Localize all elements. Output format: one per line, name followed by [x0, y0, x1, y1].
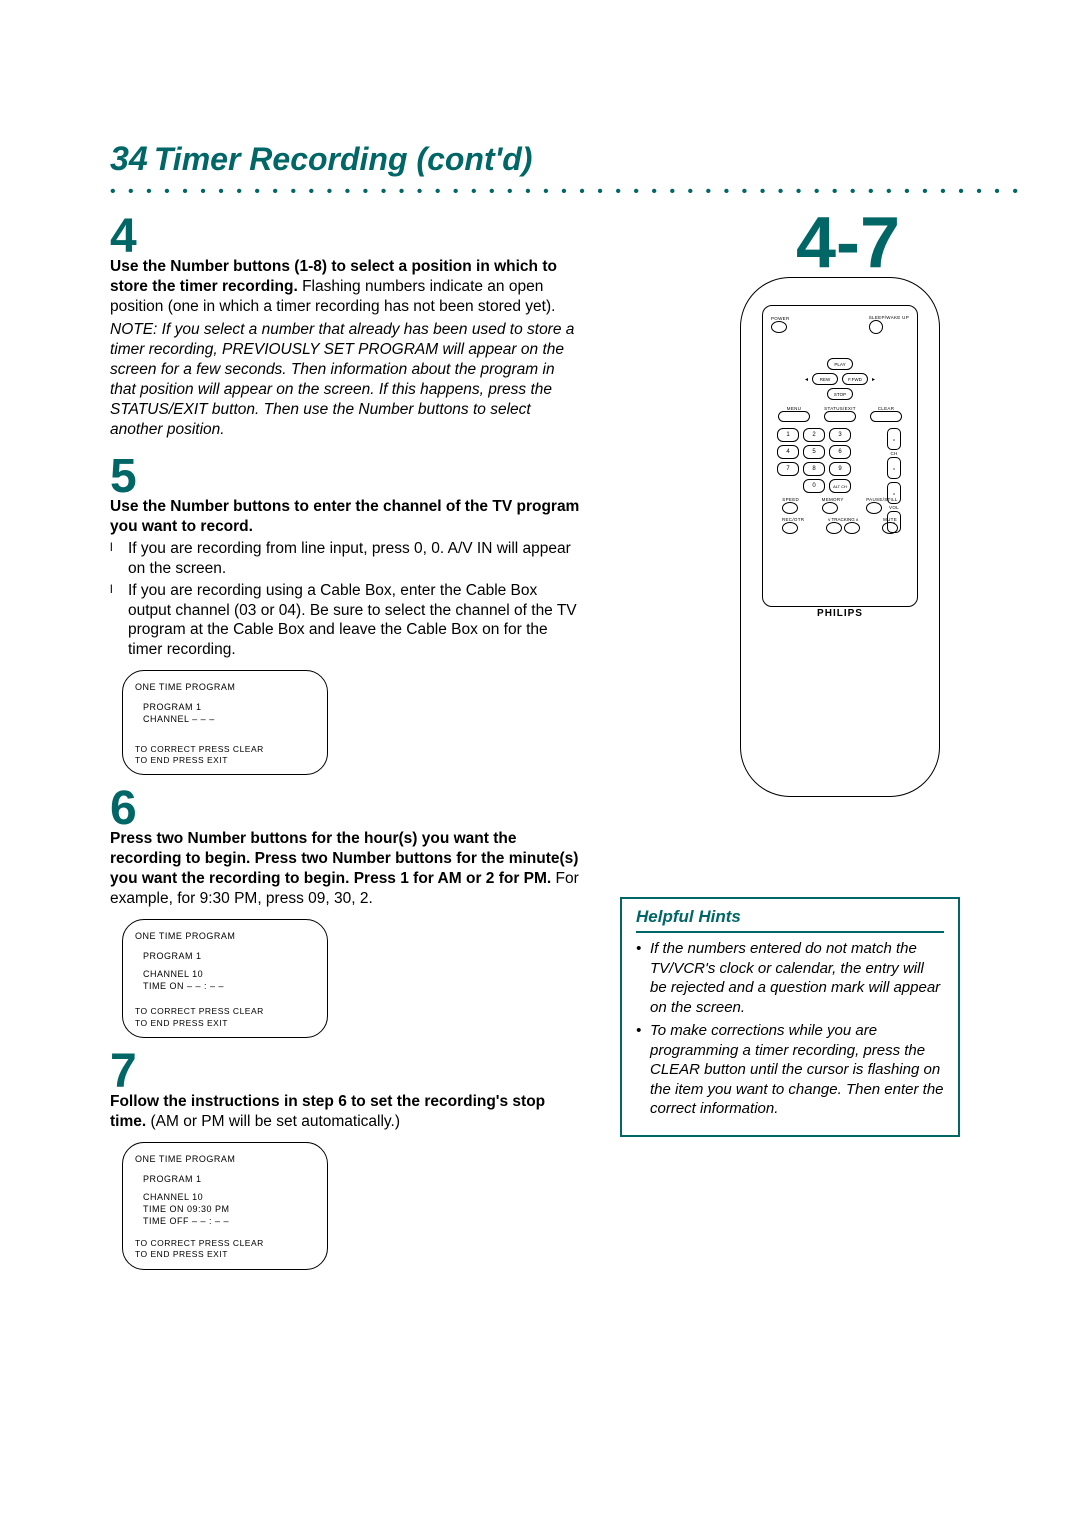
remote-num-2: 2 [803, 428, 825, 442]
step-5-bullet-1: If you are recording from line input, pr… [110, 539, 580, 579]
step-5-lead: Use the Number buttons to enter the chan… [110, 497, 580, 537]
remote-number-pad: 1 2 3 4 5 6 7 8 9 0 ALT CH [777, 428, 857, 493]
remote-label-ch: CH [887, 451, 901, 456]
remote-num-5: 5 [803, 445, 825, 459]
remote-play-button: PLAY [827, 358, 853, 370]
step-6-lead-bold: Press two Number buttons for the hour(s)… [110, 830, 578, 887]
osd6-f2: TO END PRESS EXIT [135, 1018, 315, 1029]
remote-status-button [824, 411, 856, 422]
remote-pause-button [866, 502, 882, 514]
step-4-text: Use the Number buttons (1-8) to select a… [110, 257, 580, 316]
osd7-l1: PROGRAM 1 [143, 1173, 315, 1185]
remote-brand: PHILIPS [740, 608, 940, 619]
osd-step-5: ONE TIME PROGRAM PROGRAM 1 CHANNEL – – –… [122, 670, 328, 775]
remote-label-power: POWER [771, 316, 790, 321]
osd7-l4: TIME OFF – – : – – [143, 1215, 315, 1227]
osd-step-7: ONE TIME PROGRAM PROGRAM 1 CHANNEL 10 TI… [122, 1142, 328, 1270]
remote-memory-button [822, 502, 838, 514]
page-number: 34 [110, 140, 148, 179]
remote-num-7: 7 [777, 462, 799, 476]
remote-num-1: 1 [777, 428, 799, 442]
step-number-6: 6 [110, 785, 580, 833]
hints-item-1: If the numbers entered do not match the … [636, 939, 944, 1017]
remote-vol-up: ʌ [887, 482, 901, 504]
remote-label-vol: VOL [887, 505, 901, 510]
osd5-l2: CHANNEL – – – [143, 713, 315, 725]
step-5-bullets: If you are recording from line input, pr… [110, 539, 580, 660]
remote-ch-dn: v [887, 457, 901, 479]
remote-label-sleep: SLEEP/WAKE UP [869, 315, 909, 320]
remote-power-button [771, 321, 787, 333]
osd7-f1: TO CORRECT PRESS CLEAR [135, 1238, 315, 1249]
osd5-f2: TO END PRESS EXIT [135, 755, 315, 766]
step-number-7: 7 [110, 1048, 580, 1096]
remote-menu-button [778, 411, 810, 422]
remote-label-speed: SPEED [782, 497, 799, 502]
step-range-label: 4-7 [796, 207, 900, 279]
remote-num-6: 6 [829, 445, 851, 459]
step-4-note: NOTE: If you select a number that alread… [110, 320, 580, 439]
remote-num-0: 0 [803, 479, 825, 493]
step-5-bullet-2: If you are recording using a Cable Box, … [110, 581, 580, 660]
osd7-l3: TIME ON 09:30 PM [143, 1203, 315, 1215]
remote-vol-dn: v [887, 511, 901, 533]
remote-num-3: 3 [829, 428, 851, 442]
osd6-f1: TO CORRECT PRESS CLEAR [135, 1006, 315, 1017]
remote-tracking-up [844, 522, 860, 534]
step-6-text: Press two Number buttons for the hour(s)… [110, 829, 580, 908]
remote-num-4: 4 [777, 445, 799, 459]
remote-label-recotr: REC/OTR [782, 517, 804, 522]
osd5-title: ONE TIME PROGRAM [135, 681, 315, 693]
osd-step-6: ONE TIME PROGRAM PROGRAM 1 CHANNEL 10 TI… [122, 919, 328, 1039]
osd6-title: ONE TIME PROGRAM [135, 930, 315, 942]
remote-tracking-dn [826, 522, 842, 534]
osd5-f1: TO CORRECT PRESS CLEAR [135, 744, 315, 755]
remote-num-8: 8 [803, 462, 825, 476]
step-number-4: 4 [110, 213, 580, 261]
remote-speed-button [782, 502, 798, 514]
osd6-l2: CHANNEL 10 [143, 968, 315, 980]
helpful-hints-title: Helpful Hints [636, 907, 944, 933]
osd7-f2: TO END PRESS EXIT [135, 1249, 315, 1260]
remote-stop-button: STOP [827, 388, 853, 400]
remote-clear-button [870, 411, 902, 422]
osd5-l1: PROGRAM 1 [143, 701, 315, 713]
remote-label-memory: MEMORY [822, 497, 844, 502]
page-title: Timer Recording (cont'd) [154, 141, 533, 178]
step-number-5: 5 [110, 453, 580, 501]
remote-sleep-button [869, 320, 883, 334]
remote-ch-up: ʌ [887, 428, 901, 450]
hints-item-2: To make corrections while you are progra… [636, 1021, 944, 1119]
osd6-l1: PROGRAM 1 [143, 950, 315, 962]
remote-ffwd-button: F.FWD [842, 373, 868, 385]
remote-rec-button [782, 522, 798, 534]
remote-rew-button: REW [812, 373, 838, 385]
osd7-l2: CHANNEL 10 [143, 1191, 315, 1203]
remote-illustration: POWER SLEEP/WAKE UP PLAY [740, 277, 940, 797]
step-7-text: Follow the instructions in step 6 to set… [110, 1092, 580, 1132]
remote-altch-button: ALT CH [829, 479, 851, 493]
step-7-lead-rest: (AM or PM will be set automatically.) [146, 1113, 400, 1130]
remote-num-9: 9 [829, 462, 851, 476]
divider-dots: • • • • • • • • • • • • • • • • • • • • … [110, 183, 1020, 197]
osd7-title: ONE TIME PROGRAM [135, 1153, 315, 1165]
helpful-hints-box: Helpful Hints If the numbers entered do … [620, 897, 960, 1137]
osd6-l3: TIME ON – – : – – [143, 980, 315, 992]
